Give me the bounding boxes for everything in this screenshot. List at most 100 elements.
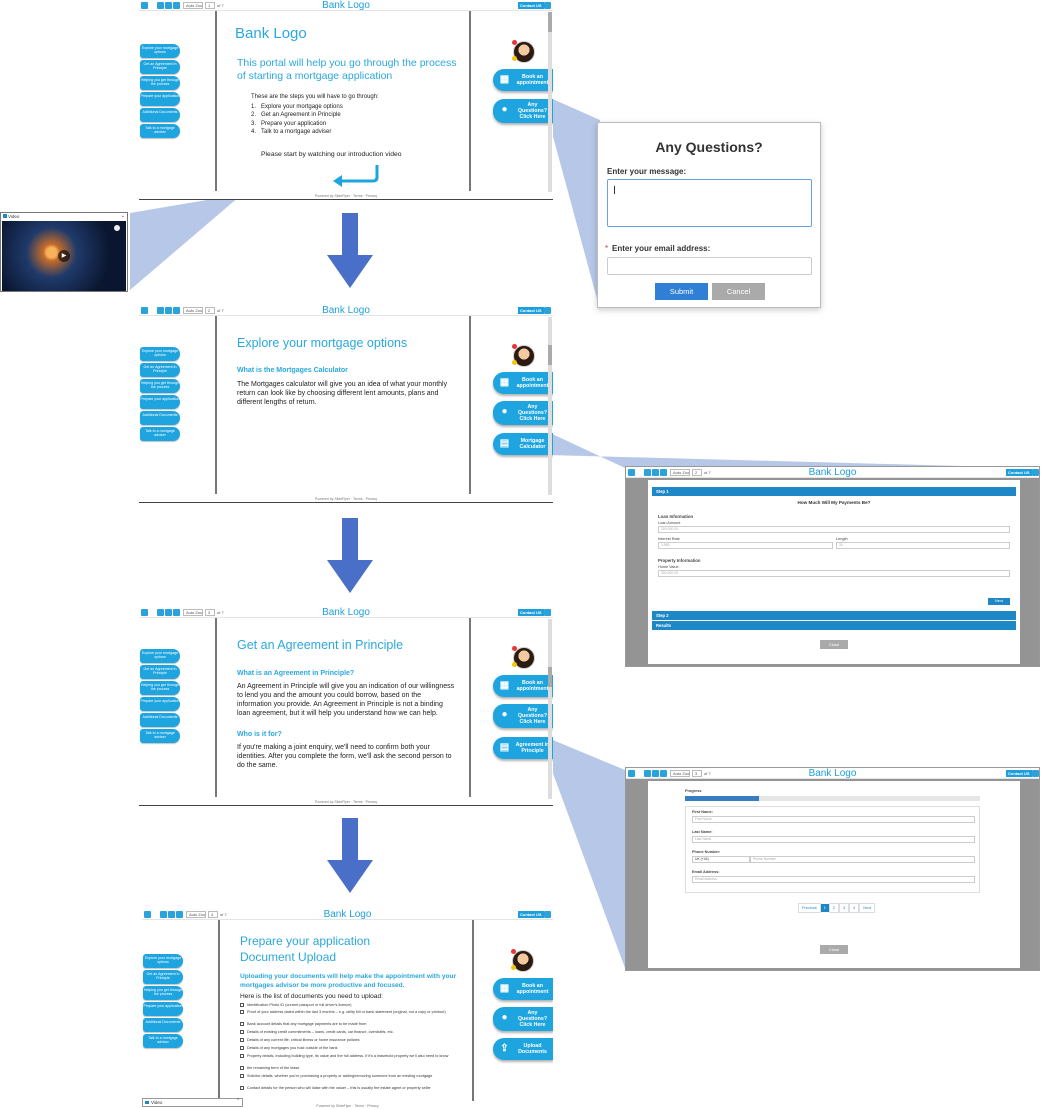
- checkbox-icon[interactable]: [240, 1054, 244, 1058]
- nav-explore[interactable]: Explore your mortgage options: [140, 44, 180, 58]
- interest-rate-input[interactable]: 3.950: [658, 542, 833, 549]
- nav-agreement[interactable]: Get an Agreement in Principle: [140, 665, 180, 679]
- previous-button[interactable]: Previous: [798, 903, 821, 913]
- any-questions-button[interactable]: ● Any Questions? Click Here: [493, 1007, 553, 1031]
- nav-prepare[interactable]: Prepare your application: [143, 1002, 183, 1016]
- video-icon: [145, 1101, 149, 1104]
- checkbox-icon[interactable]: [240, 1046, 244, 1050]
- contact-us-button[interactable]: Contact US: [518, 911, 544, 918]
- any-questions-button[interactable]: ● Any Questions? Click Here: [493, 401, 553, 425]
- nav-agreement[interactable]: Get an Agreement in Principle: [140, 363, 180, 377]
- submit-button[interactable]: Submit: [655, 283, 708, 300]
- book-appointment-button[interactable]: ▦ Book an appointment: [493, 978, 553, 1000]
- email-input[interactable]: Email Address: [692, 876, 975, 883]
- step1-bar[interactable]: Step 1: [652, 487, 1016, 496]
- first-name-input[interactable]: First Name: [692, 816, 975, 823]
- nav-helping[interactable]: Helping you get through the process: [143, 986, 183, 1000]
- page-4-button[interactable]: 4: [849, 903, 860, 913]
- next-button[interactable]: Next: [859, 903, 876, 913]
- nav-helping[interactable]: Helping you get through the process: [140, 379, 180, 393]
- country-code-select[interactable]: UK (+44): [692, 856, 750, 863]
- expand-icon[interactable]: [544, 609, 551, 616]
- nav-additional-documents[interactable]: Additional Documents: [140, 713, 180, 727]
- nav-agreement[interactable]: Get an Agreement in Principle: [140, 60, 180, 74]
- expand-icon[interactable]: [1032, 770, 1039, 777]
- nav-talk-adviser[interactable]: Talk to a mortgage adviser: [140, 124, 180, 138]
- contact-us-button[interactable]: Contact US: [1006, 469, 1032, 476]
- book-appointment-button[interactable]: ▦ Book an appointment: [493, 675, 553, 697]
- nav-explore[interactable]: Explore your mortgage options: [140, 347, 180, 361]
- nav-talk-adviser[interactable]: Talk to a mortgage adviser: [140, 729, 180, 743]
- video-bar[interactable]: Video: [142, 1098, 243, 1107]
- nav-additional-documents[interactable]: Additional Documents: [143, 1018, 183, 1032]
- nav-additional-documents[interactable]: Additional Documents: [140, 108, 180, 122]
- video-popup[interactable]: Video ⌄ ▶: [0, 212, 128, 292]
- home-value-input[interactable]: 300,000.00: [658, 570, 1010, 577]
- upload-icon: ⇪: [500, 1043, 509, 1054]
- cancel-button[interactable]: Cancel: [712, 283, 765, 300]
- mortgage-calculator-button[interactable]: ▤ Mortgage Calculator: [493, 433, 553, 455]
- nav-prepare[interactable]: Prepare your application: [140, 697, 180, 711]
- close-button[interactable]: Close: [820, 945, 848, 954]
- checkbox-icon[interactable]: [240, 1074, 244, 1078]
- nav-talk-adviser[interactable]: Talk to a mortgage adviser: [140, 427, 180, 441]
- message-textarea[interactable]: [607, 179, 812, 227]
- contact-us-button[interactable]: Contact US: [518, 609, 544, 616]
- checkbox-icon[interactable]: [240, 1003, 244, 1007]
- fullscreen-icon[interactable]: [114, 225, 120, 231]
- badge-icon: [512, 56, 517, 61]
- nav-explore[interactable]: Explore your mortgage options: [140, 649, 180, 663]
- agreement-in-principle-button[interactable]: ▤ Agreement in Principle: [493, 737, 553, 759]
- results-bar[interactable]: Results: [652, 621, 1016, 630]
- nav-helping[interactable]: Helping you get through the process: [140, 681, 180, 695]
- video-player[interactable]: ▶: [2, 221, 126, 291]
- book-appointment-button[interactable]: ▦ Book an appointment: [493, 372, 553, 394]
- step2-bar[interactable]: Step 2: [652, 611, 1016, 620]
- length-input[interactable]: 30: [836, 542, 1010, 549]
- nav-prepare[interactable]: Prepare your application: [140, 395, 180, 409]
- page-scrollbar[interactable]: [548, 619, 552, 799]
- expand-icon[interactable]: [1032, 469, 1039, 476]
- play-icon[interactable]: ▶: [58, 250, 70, 262]
- contact-us-button[interactable]: Contact US: [518, 307, 544, 314]
- any-questions-button[interactable]: ● Any Questions? Click Here: [493, 704, 553, 728]
- nav-prepare[interactable]: Prepare your application: [140, 92, 180, 106]
- upload-documents-button[interactable]: ⇪ Upload Documents: [493, 1038, 553, 1060]
- collapse-icon[interactable]: ⌄: [121, 213, 125, 219]
- any-questions-button[interactable]: ● Any Questions? Click Here: [493, 99, 553, 123]
- nav-helping[interactable]: Helping you get through the process: [140, 76, 180, 90]
- expand-up-icon[interactable]: ⌃: [236, 1098, 240, 1104]
- toolbar-title: Bank Logo: [322, 607, 370, 618]
- page-3-button[interactable]: 3: [839, 903, 850, 913]
- checkbox-icon[interactable]: [240, 1038, 244, 1042]
- page-scrollbar[interactable]: [548, 317, 552, 495]
- phone-input[interactable]: Phone Number: [750, 856, 975, 863]
- body-what: An Agreement in Principle will give you …: [237, 683, 455, 717]
- checkbox-icon[interactable]: [240, 1022, 244, 1026]
- bank-logo: Bank Logo: [235, 25, 307, 42]
- close-button[interactable]: Close: [820, 640, 848, 649]
- page-scrollbar[interactable]: [548, 12, 552, 192]
- expand-icon[interactable]: [544, 307, 551, 314]
- page-1-button[interactable]: 1: [820, 904, 829, 912]
- nav-agreement[interactable]: Get an Agreement in Principle: [143, 970, 183, 984]
- email-input[interactable]: [607, 257, 812, 275]
- checkbox-icon[interactable]: [240, 1086, 244, 1090]
- contact-us-button[interactable]: Contact US: [1006, 770, 1032, 777]
- expand-icon[interactable]: [544, 2, 551, 9]
- next-button[interactable]: Next: [988, 598, 1010, 605]
- book-appointment-button[interactable]: ▦ Book an appointment: [493, 69, 553, 91]
- nav-talk-adviser[interactable]: Talk to a mortgage adviser: [143, 1034, 183, 1048]
- nav-additional-documents[interactable]: Additional Documents: [140, 411, 180, 425]
- contact-us-button[interactable]: Contact US: [518, 2, 544, 9]
- page-2-button[interactable]: 2: [828, 903, 840, 913]
- expand-icon[interactable]: [544, 911, 551, 918]
- last-name-input[interactable]: Last Name: [692, 836, 975, 843]
- loan-amount-input[interactable]: 200,000.00: [658, 526, 1010, 533]
- viewer-toolbar: Auto Zoom 3 of 7 Bank Logo Contact US: [139, 607, 553, 618]
- nav-explore[interactable]: Explore your mortgage options: [143, 954, 183, 968]
- checkbox-icon[interactable]: [240, 1010, 244, 1014]
- page-subheading: What is the Mortgages Calculator: [237, 367, 348, 374]
- checkbox-icon[interactable]: [240, 1030, 244, 1034]
- checkbox-icon[interactable]: [240, 1066, 244, 1070]
